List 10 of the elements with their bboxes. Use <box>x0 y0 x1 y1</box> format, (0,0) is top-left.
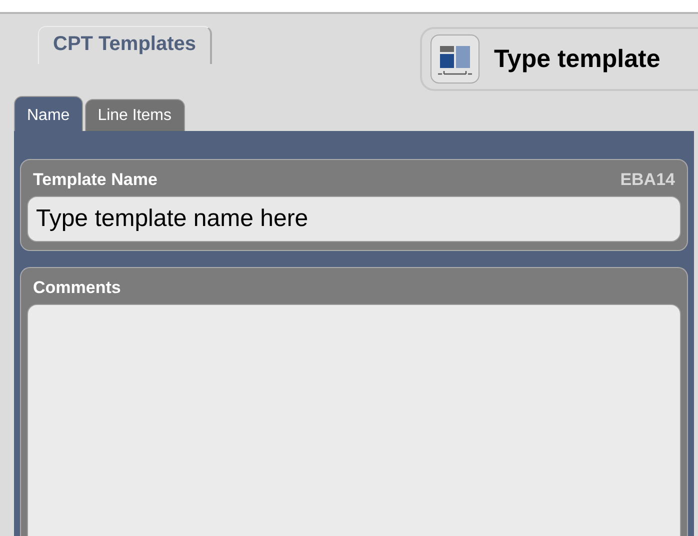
template-name-field[interactable]: Type template name here <box>27 196 681 242</box>
record-title: Type template <box>494 44 660 74</box>
layout-icon <box>430 34 480 84</box>
tab[interactable]: Name <box>14 96 83 131</box>
field-label: Template Name <box>33 170 158 190</box>
section-tab[interactable]: CPT Templates <box>38 26 212 64</box>
comments-field[interactable] <box>27 304 681 536</box>
template-code: EBA14 <box>620 170 675 190</box>
tab[interactable]: Line Items <box>84 99 184 131</box>
field-label: Comments <box>33 278 121 298</box>
